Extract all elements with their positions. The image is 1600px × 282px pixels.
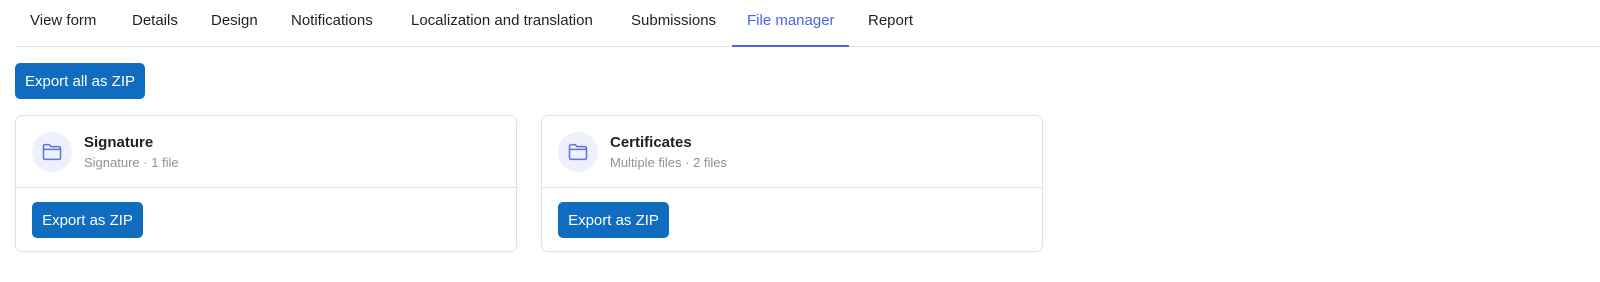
folder-title: Certificates [610,134,692,151]
tab-label: Localization and translation [411,12,593,29]
tab-submissions[interactable]: Submissions [615,0,732,47]
tab-bar: View form Details Design Notifications L… [15,0,1600,47]
tab-label: Submissions [631,12,717,29]
tab-localization-and-translation[interactable]: Localization and translation [395,0,615,47]
tab-report[interactable]: Report [849,0,939,47]
folder-subtitle: Signature · 1 file [84,155,179,170]
tab-file-manager[interactable]: File manager [732,0,849,47]
folder-card: Signature Signature · 1 file Export as Z… [15,115,517,252]
folder-icon [568,143,588,161]
tab-label: Report [868,12,914,29]
folder-icon-badge [558,132,598,172]
tab-details[interactable]: Details [115,0,195,47]
folder-card-footer: Export as ZIP [16,188,516,252]
folder-card: Certificates Multiple files · 2 files Ex… [541,115,1043,252]
tab-label: Design [211,12,258,29]
export-all-zip-button[interactable]: Export all as ZIP [15,63,145,99]
folder-subtitle: Multiple files · 2 files [610,155,728,170]
tab-notifications[interactable]: Notifications [275,0,395,47]
tab-label: File manager [747,12,835,29]
export-zip-button[interactable]: Export as ZIP [32,202,143,238]
tab-label: Details [132,12,178,29]
tab-label: Notifications [291,12,373,29]
export-zip-button[interactable]: Export as ZIP [558,202,669,238]
folder-icon-badge [32,132,72,172]
file-manager-page: View form Details Design Notifications L… [0,0,1600,282]
tab-view-form[interactable]: View form [15,0,115,47]
folder-icon [42,143,62,161]
folder-card-header: Signature Signature · 1 file [16,116,516,188]
folder-card-footer: Export as ZIP [542,188,1042,252]
folder-title: Signature [84,134,154,151]
tab-label: View form [30,12,97,29]
folder-card-header: Certificates Multiple files · 2 files [542,116,1042,188]
tab-design[interactable]: Design [195,0,275,47]
